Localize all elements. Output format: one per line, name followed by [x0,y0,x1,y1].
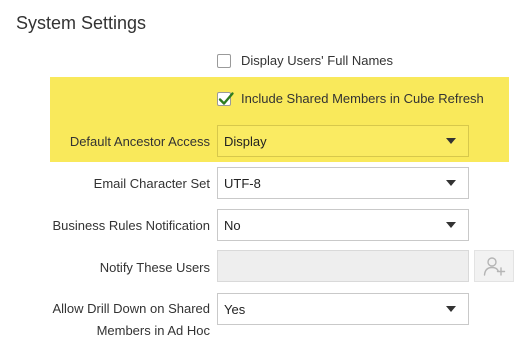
default-ancestor-access-select[interactable]: Display [217,125,469,157]
notify-these-users-input[interactable] [217,250,469,282]
default-ancestor-access-value: Display [224,133,267,149]
allow-drill-down-select[interactable]: Yes [217,293,469,325]
include-shared-members-label: Include Shared Members in Cube Refresh [241,91,484,106]
include-shared-members-checkbox[interactable] [217,91,234,106]
business-rules-notification-select[interactable]: No [217,209,469,241]
email-character-set-select[interactable]: UTF-8 [217,167,469,199]
email-character-set-value: UTF-8 [224,175,261,191]
chevron-down-icon [446,180,456,186]
chevron-down-icon [446,222,456,228]
email-character-set-label: Email Character Set [93,176,210,191]
business-rules-notification-label: Business Rules Notification [52,218,210,233]
allow-drill-down-value: Yes [224,301,246,317]
add-user-icon [483,257,506,276]
add-user-button[interactable] [474,250,514,282]
display-full-names-label: Display Users' Full Names [241,53,394,68]
business-rules-notification-value: No [224,217,241,233]
notify-these-users-label: Notify These Users [99,260,210,275]
chevron-down-icon [446,306,456,312]
chevron-down-icon [446,138,456,144]
include-shared-members-option[interactable]: Include Shared Members in Cube Refresh [217,91,484,106]
display-full-names-checkbox[interactable] [217,53,231,68]
default-ancestor-access-label: Default Ancestor Access [69,134,210,149]
display-full-names-option[interactable]: Display Users' Full Names [217,53,393,68]
check-icon [218,91,234,105]
allow-drill-down-label-line2: Members in Ad Hoc [96,323,210,338]
allow-drill-down-label-line1: Allow Drill Down on Shared [52,301,210,316]
allow-drill-down-label: Allow Drill Down on Shared Members in Ad… [10,300,210,339]
page-title: System Settings [16,13,147,33]
